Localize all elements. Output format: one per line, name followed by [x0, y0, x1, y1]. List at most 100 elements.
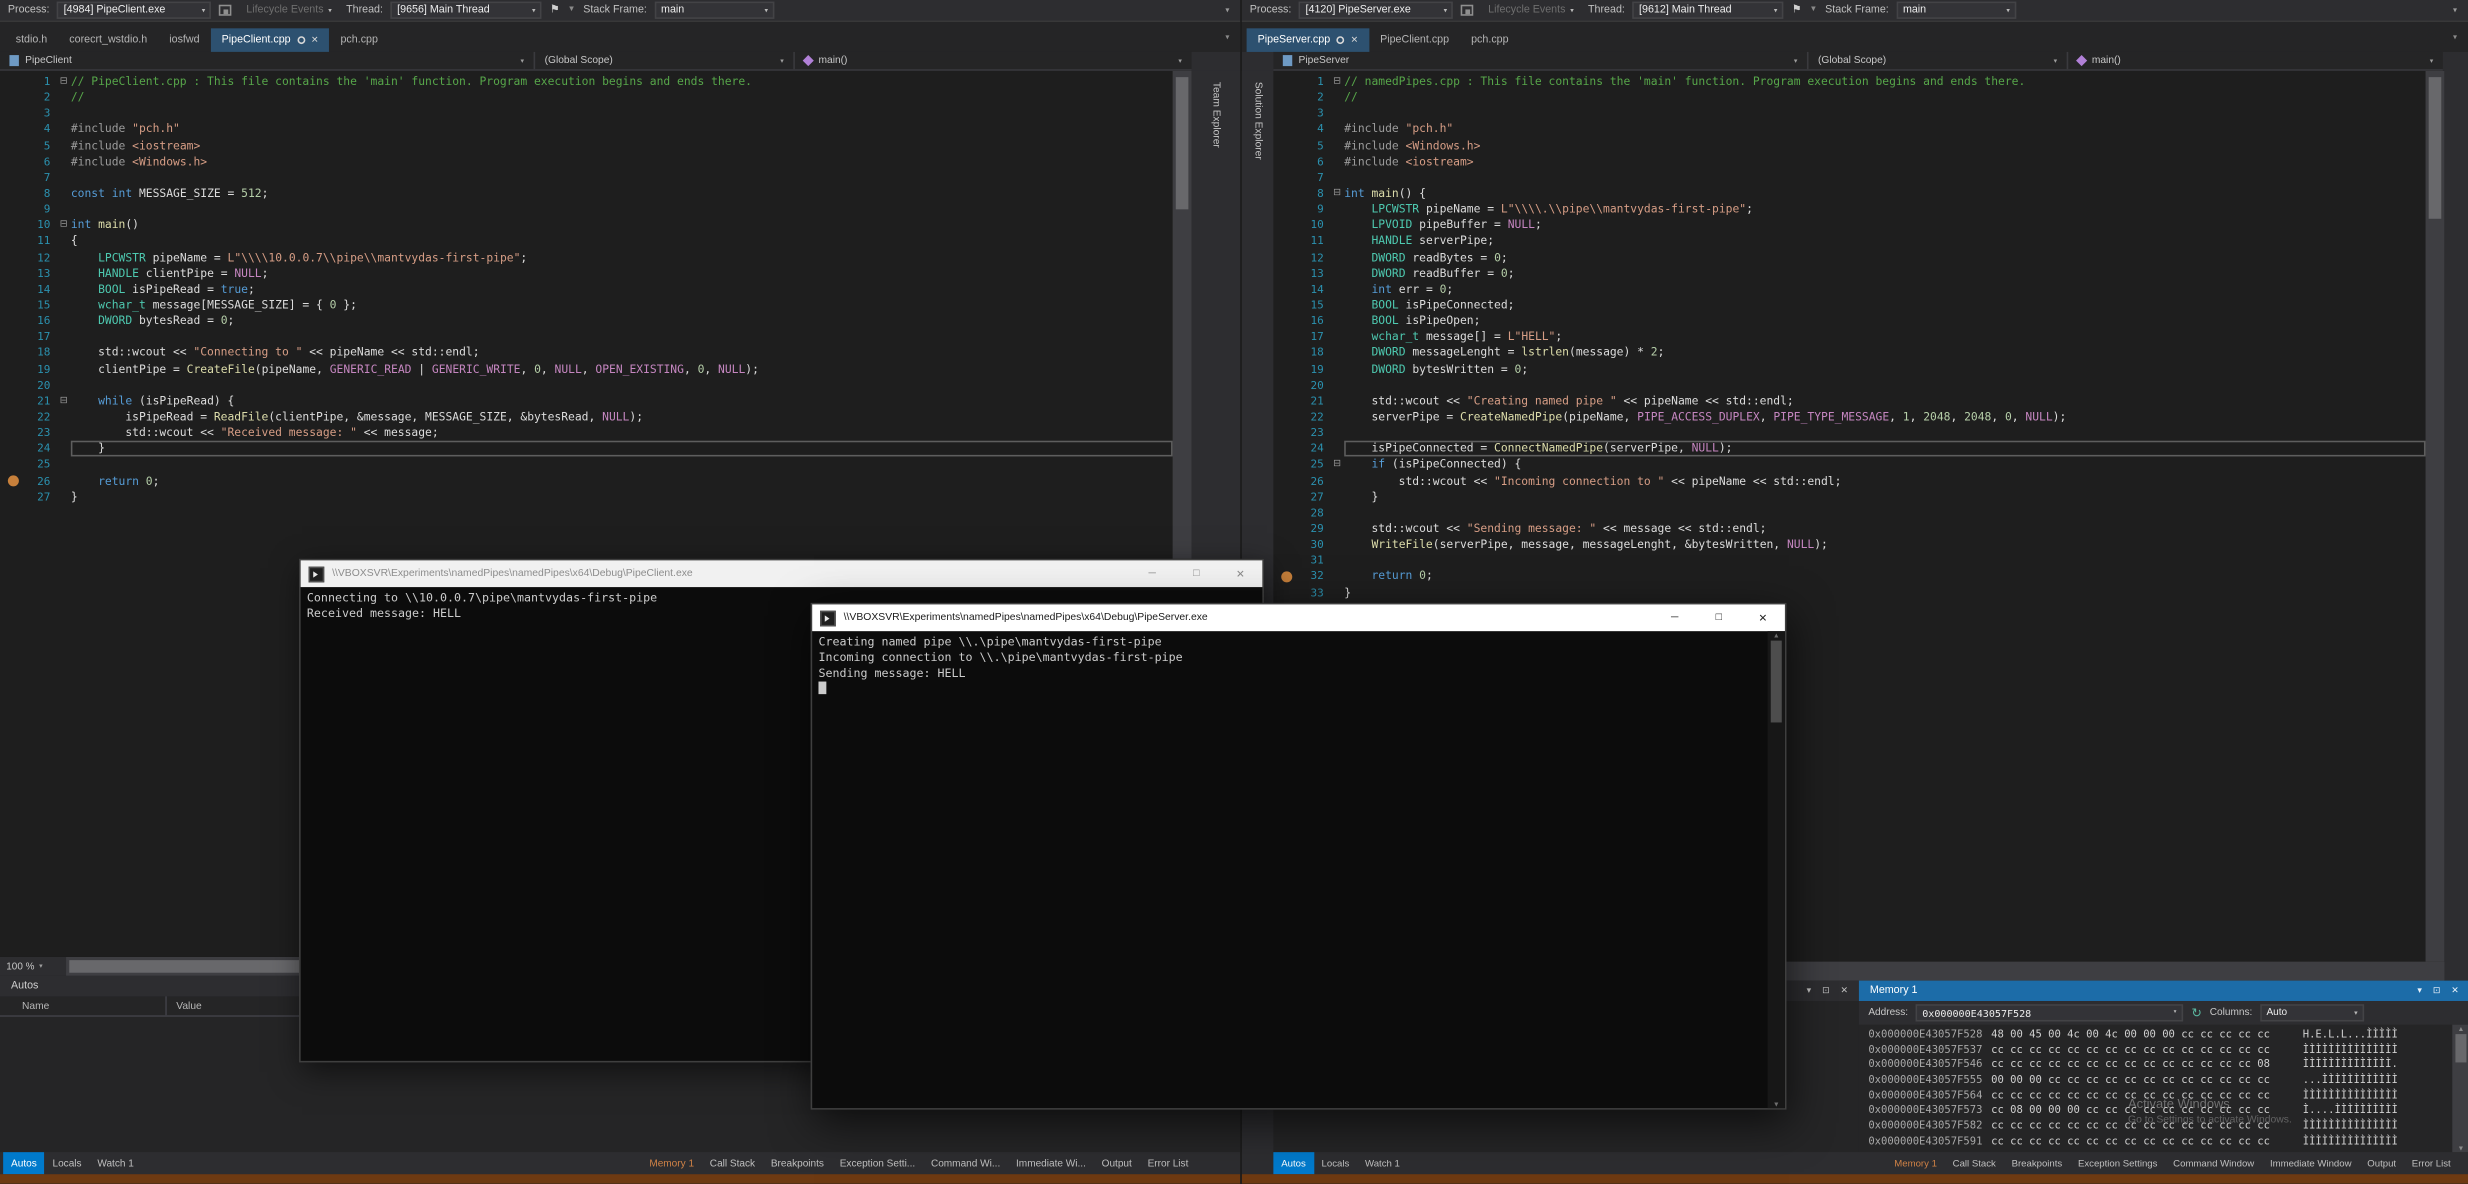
- fold-icon[interactable]: ⊟: [57, 74, 71, 90]
- doc-tab-pipeclient-cpp[interactable]: PipeClient.cpp✕: [211, 28, 330, 52]
- zoom-dropdown[interactable]: 100 % ▾: [0, 957, 66, 976]
- stack-frame-combobox[interactable]: main ▾: [655, 2, 775, 19]
- stack-frame-combobox[interactable]: main ▾: [1897, 2, 2017, 19]
- project-dropdown[interactable]: PipeClient ▾: [0, 52, 535, 69]
- code-line[interactable]: 26 return 0;: [0, 473, 1173, 489]
- toolbar-overflow-icon[interactable]: ▾: [2453, 6, 2460, 15]
- breakpoint-margin[interactable]: [1273, 571, 1298, 582]
- doc-tab-stdio-h[interactable]: stdio.h: [5, 28, 59, 52]
- close-icon[interactable]: ✕: [2451, 986, 2458, 995]
- code-line[interactable]: 25: [0, 457, 1173, 473]
- code-line[interactable]: 18 std::wcout << "Connecting to " << pip…: [0, 345, 1173, 361]
- scrollbar-thumb[interactable]: [2455, 1034, 2466, 1062]
- code-line[interactable]: 32 return 0;: [1273, 569, 2425, 585]
- code-line[interactable]: 27}: [0, 489, 1173, 505]
- code-line[interactable]: 25⊟ if (isPipeConnected) {: [1273, 457, 2425, 473]
- tab-close-icon[interactable]: ✕: [311, 35, 318, 44]
- tab-overflow-icon[interactable]: ▾: [2442, 32, 2468, 41]
- code-line[interactable]: 28: [1273, 505, 2425, 521]
- code-line[interactable]: 12 DWORD readBytes = 0;: [1273, 250, 2425, 266]
- lifecycle-events-icon[interactable]: [1461, 5, 1474, 16]
- maximize-button[interactable]: □: [1697, 604, 1741, 631]
- memory-grid[interactable]: 0x000000E43057F52848 00 45 00 4c 00 4c 0…: [1859, 1025, 2452, 1152]
- tool-tab-breakpoints[interactable]: Breakpoints: [2004, 1152, 2070, 1174]
- close-button[interactable]: ✕: [1741, 604, 1785, 631]
- code-line[interactable]: 4#include "pch.h": [0, 122, 1173, 138]
- scroll-down-icon[interactable]: ▼: [2458, 1144, 2465, 1152]
- code-line[interactable]: 12 LPCWSTR pipeName = L"\\\\10.0.0.7\\pi…: [0, 250, 1173, 266]
- breakpoint-icon[interactable]: [1280, 571, 1291, 582]
- tool-tab-command-wi-[interactable]: Command Wi...: [923, 1152, 1008, 1174]
- code-line[interactable]: 21⊟ while (isPipeRead) {: [0, 393, 1173, 409]
- tool-tab-exception-settings[interactable]: Exception Settings: [2070, 1152, 2165, 1174]
- code-line[interactable]: 33}: [1273, 585, 2425, 601]
- doc-tab-corecrt-wstdio-h[interactable]: corecrt_wstdio.h: [58, 28, 158, 52]
- code-line[interactable]: 17: [0, 329, 1173, 345]
- toolbar-overflow-icon[interactable]: ▾: [1225, 6, 1232, 15]
- code-line[interactable]: 22 isPipeRead = ReadFile(clientPipe, &me…: [0, 409, 1173, 425]
- code-line[interactable]: 5#include <iostream>: [0, 138, 1173, 154]
- tool-tab-error-list[interactable]: Error List: [2404, 1152, 2459, 1174]
- close-button[interactable]: ✕: [1218, 560, 1262, 587]
- tab-overflow-icon[interactable]: ▾: [1214, 32, 1240, 41]
- code-line[interactable]: 22 serverPipe = CreateNamedPipe(pipeName…: [1273, 409, 2425, 425]
- breakpoint-icon[interactable]: [7, 475, 18, 486]
- code-line[interactable]: 2//: [1273, 90, 2425, 106]
- column-header-name[interactable]: Name: [0, 996, 167, 1015]
- tool-tab-memory-1[interactable]: Memory 1: [641, 1152, 701, 1174]
- minimize-button[interactable]: ─: [1130, 560, 1174, 587]
- tool-tab-locals[interactable]: Locals: [1314, 1152, 1357, 1174]
- memory-panel-titlebar[interactable]: Memory 1 ▾ ⊡ ✕: [1859, 981, 2468, 1001]
- tool-tab-memory-1[interactable]: Memory 1: [1886, 1152, 1944, 1174]
- tool-tab-immediate-window[interactable]: Immediate Window: [2262, 1152, 2359, 1174]
- code-line[interactable]: 8⊟int main() {: [1273, 186, 2425, 202]
- code-line[interactable]: 3: [0, 106, 1173, 122]
- code-line[interactable]: 24 isPipeConnected = ConnectNamedPipe(se…: [1273, 441, 2425, 457]
- memory-scrollbar[interactable]: ▲ ▼: [2452, 1025, 2468, 1152]
- code-line[interactable]: 13 DWORD readBuffer = 0;: [1273, 266, 2425, 282]
- scrollbar-thumb[interactable]: [69, 960, 337, 973]
- tool-tab-call-stack[interactable]: Call Stack: [1945, 1152, 2004, 1174]
- project-dropdown[interactable]: PipeServer ▾: [1273, 52, 1808, 69]
- code-line[interactable]: 15 wchar_t message[MESSAGE_SIZE] = { 0 }…: [0, 297, 1173, 313]
- memory-row[interactable]: 0x000000E43057F591cc cc cc cc cc cc cc c…: [1868, 1135, 2452, 1150]
- code-line[interactable]: 18 DWORD messageLenght = lstrlen(message…: [1273, 345, 2425, 361]
- pin-icon[interactable]: ⊡: [2433, 986, 2440, 995]
- tool-tab-call-stack[interactable]: Call Stack: [702, 1152, 763, 1174]
- code-line[interactable]: 5#include <Windows.h>: [1273, 138, 2425, 154]
- code-line[interactable]: 10 LPVOID pipeBuffer = NULL;: [1273, 218, 2425, 234]
- scroll-up-icon[interactable]: ▲: [2458, 1025, 2465, 1033]
- code-line[interactable]: 20: [1273, 377, 2425, 393]
- doc-tab-pch-cpp[interactable]: pch.cpp: [1460, 28, 1520, 52]
- code-line[interactable]: 8const int MESSAGE_SIZE = 512;: [0, 186, 1173, 202]
- lifecycle-events-dropdown[interactable]: Lifecycle Events ▾: [240, 2, 338, 19]
- thread-combobox[interactable]: [9612] Main Thread ▾: [1633, 2, 1784, 19]
- tool-tab-locals[interactable]: Locals: [45, 1152, 90, 1174]
- code-line[interactable]: 11 HANDLE serverPipe;: [1273, 234, 2425, 250]
- tab-close-icon[interactable]: ✕: [1351, 35, 1358, 44]
- code-line[interactable]: 24 }: [0, 441, 1173, 457]
- memory-row[interactable]: 0x000000E43057F582cc cc cc cc cc cc cc c…: [1868, 1119, 2452, 1134]
- doc-tab-pipeclient-cpp[interactable]: PipeClient.cpp: [1369, 28, 1460, 52]
- sidebar-tab-team-explorer[interactable]: Team Explorer: [1210, 82, 1221, 148]
- code-line[interactable]: 7: [0, 170, 1173, 186]
- flag-icon[interactable]: ⚑: [1792, 2, 1802, 19]
- console-output[interactable]: Creating named pipe \\.\pipe\mantvydas-f…: [812, 631, 1767, 1108]
- code-line[interactable]: 20: [0, 377, 1173, 393]
- method-dropdown[interactable]: main() ▾: [2068, 52, 2443, 69]
- code-line[interactable]: 29 std::wcout << "Sending message: " << …: [1273, 521, 2425, 537]
- code-line[interactable]: 17 wchar_t message[] = L"HELL";: [1273, 329, 2425, 345]
- scope-dropdown[interactable]: (Global Scope) ▾: [535, 52, 795, 69]
- filter-icon[interactable]: ▼: [1809, 2, 1817, 19]
- tool-tab-error-list[interactable]: Error List: [1140, 1152, 1197, 1174]
- process-combobox[interactable]: [4984] PipeClient.exe ▾: [57, 2, 211, 19]
- code-line[interactable]: 9 LPCWSTR pipeName = L"\\\\.\\pipe\\mant…: [1273, 202, 2425, 218]
- code-line[interactable]: 10⊟int main(): [0, 218, 1173, 234]
- tool-tab-output[interactable]: Output: [2359, 1152, 2404, 1174]
- code-line[interactable]: 19 DWORD bytesWritten = 0;: [1273, 361, 2425, 377]
- lifecycle-events-dropdown[interactable]: Lifecycle Events ▾: [1482, 2, 1580, 19]
- code-line[interactable]: 23: [1273, 425, 2425, 441]
- window-position-icon[interactable]: ▾: [2417, 986, 2421, 995]
- flag-icon[interactable]: ⚑: [550, 2, 560, 19]
- code-line[interactable]: 4#include "pch.h": [1273, 122, 2425, 138]
